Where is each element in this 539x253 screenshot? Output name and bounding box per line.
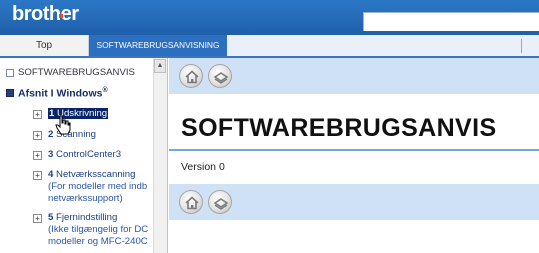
tab-top[interactable]: Top (0, 35, 89, 56)
section-bullet-icon (6, 89, 14, 97)
item-number: 4 (48, 169, 54, 180)
tab-software-guide[interactable]: SOFTWAREBRUGSANVISNING (89, 35, 227, 56)
item-label: ControlCenter3 (56, 149, 122, 160)
expand-icon[interactable]: + (33, 171, 42, 180)
sidebar-item-netvaerksscanning[interactable]: 4 Netværksscanning (48, 169, 135, 180)
home-icon (185, 196, 199, 210)
scroll-up-button[interactable]: ▲ (154, 59, 166, 73)
registered-mark: ® (102, 87, 108, 94)
bottom-nav-bar (169, 184, 539, 220)
expand-icon[interactable]: + (33, 110, 42, 119)
sidebar-root-item[interactable]: SOFTWAREBRUGSANVIS (18, 67, 135, 78)
item-note: modeller og MFC-240C (48, 236, 148, 247)
home-button[interactable] (179, 64, 203, 88)
page-title: SOFTWAREBRUGSANVIS (181, 114, 497, 142)
hand-cursor-icon (55, 115, 71, 135)
item-number: 3 (48, 149, 54, 160)
sidebar-item-fjernindstilling[interactable]: 5 Fjernindstilling (48, 212, 117, 223)
header-search-area (363, 12, 539, 31)
home-button[interactable] (179, 190, 203, 214)
item-note: (For modeller med indb (48, 181, 148, 192)
item-note: netværkssupport) (48, 193, 123, 204)
item-label: Fjernindstilling (56, 212, 118, 223)
brother-logo[interactable]: brother (12, 3, 79, 26)
item-number: 2 (48, 129, 54, 140)
top-nav-bar (169, 58, 539, 94)
sidebar-item-controlcenter3[interactable]: 3 ControlCenter3 (48, 149, 121, 160)
version-label: Version 0 (181, 161, 225, 173)
main-content: SOFTWAREBRUGSANVIS Version 0 (169, 58, 539, 253)
title-divider (169, 149, 539, 151)
item-note: (Ikke tilgængelig for DC (48, 224, 149, 235)
expand-icon[interactable]: + (33, 131, 42, 140)
logo-dot (59, 14, 63, 18)
expand-icon[interactable]: + (33, 214, 42, 223)
tray-icon (213, 198, 229, 210)
tray-button[interactable] (208, 64, 232, 88)
item-number: 1 (49, 108, 55, 119)
tray-icon (213, 72, 229, 84)
section-label: Afsnit I Windows (18, 87, 103, 100)
tab-bar: Top SOFTWAREBRUGSANVISNING (0, 35, 539, 58)
tab-divider (521, 39, 522, 53)
sidebar-nav: ▲ SOFTWAREBRUGSANVIS Afsnit I Windows® +… (0, 58, 168, 253)
sidebar-scrollbar[interactable] (153, 58, 167, 253)
root-node-icon (6, 69, 14, 77)
expand-icon[interactable]: + (33, 151, 42, 160)
item-number: 5 (48, 212, 54, 223)
sidebar-section-windows[interactable]: Afsnit I Windows® (18, 87, 108, 100)
home-icon (185, 70, 199, 84)
app-header: brother (0, 0, 539, 35)
tray-button[interactable] (208, 190, 232, 214)
item-label: Netværksscanning (56, 169, 136, 180)
